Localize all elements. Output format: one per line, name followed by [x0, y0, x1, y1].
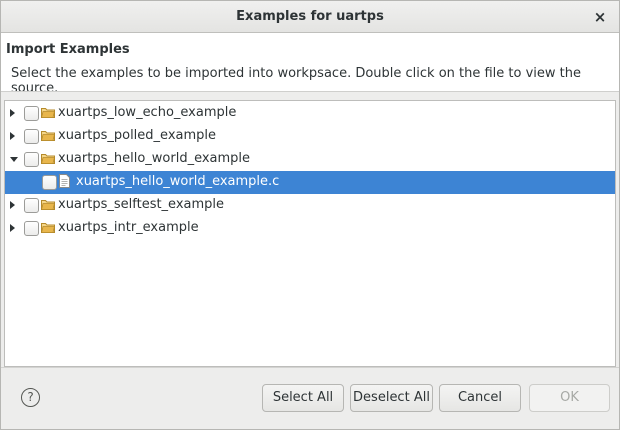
- help-icon[interactable]: ?: [21, 388, 40, 407]
- item-checkbox[interactable]: [24, 106, 39, 121]
- tree-folder-row[interactable]: xuartps_intr_example: [5, 217, 615, 240]
- c-file-icon: [59, 174, 70, 188]
- examples-tree[interactable]: xuartps_low_echo_example xuartps_polled_e…: [4, 100, 616, 367]
- item-checkbox[interactable]: [24, 129, 39, 144]
- collapsed-arrow-icon[interactable]: [10, 201, 15, 209]
- tree-folder-row[interactable]: xuartps_low_echo_example: [5, 102, 615, 125]
- button-bar: ? Select All Deselect All Cancel OK: [1, 368, 619, 429]
- collapsed-arrow-icon[interactable]: [10, 132, 15, 140]
- title-bar[interactable]: Examples for uartps ×: [1, 1, 619, 33]
- tree-item-label: xuartps_selftest_example: [58, 197, 225, 212]
- folder-icon: [41, 223, 55, 233]
- header-title: Import Examples: [6, 42, 130, 57]
- header-panel: Import Examples Select the examples to b…: [1, 33, 619, 96]
- tree-item-label: xuartps_intr_example: [58, 220, 199, 235]
- folder-icon: [41, 154, 55, 164]
- tree-folder-row[interactable]: xuartps_polled_example: [5, 125, 615, 148]
- item-checkbox[interactable]: [24, 152, 39, 167]
- folder-icon: [41, 131, 55, 141]
- close-button[interactable]: ×: [590, 7, 610, 27]
- select-all-button[interactable]: Select All: [262, 384, 344, 412]
- tree-item-label: xuartps_hello_world_example.c: [76, 174, 280, 189]
- collapsed-arrow-icon[interactable]: [10, 109, 15, 117]
- examples-dialog: Examples for uartps × Import Examples Se…: [0, 0, 620, 430]
- item-checkbox[interactable]: [24, 198, 39, 213]
- tree-folder-row[interactable]: xuartps_selftest_example: [5, 194, 615, 217]
- expanded-arrow-icon[interactable]: [10, 157, 18, 162]
- cancel-button[interactable]: Cancel: [439, 384, 521, 412]
- tree-item-label: xuartps_hello_world_example: [58, 151, 251, 166]
- tree-item-label: xuartps_low_echo_example: [58, 105, 237, 120]
- tree-item-label: xuartps_polled_example: [58, 128, 216, 143]
- tree-folder-row[interactable]: xuartps_hello_world_example: [5, 148, 615, 171]
- dialog-title: Examples for uartps: [236, 9, 384, 24]
- folder-icon: [41, 108, 55, 118]
- item-checkbox[interactable]: [24, 221, 39, 236]
- tree-file-row[interactable]: xuartps_hello_world_example.c: [5, 171, 615, 194]
- item-checkbox[interactable]: [42, 175, 57, 190]
- ok-button[interactable]: OK: [529, 384, 610, 412]
- deselect-all-button[interactable]: Deselect All: [350, 384, 433, 412]
- collapsed-arrow-icon[interactable]: [10, 224, 15, 232]
- folder-icon: [41, 200, 55, 210]
